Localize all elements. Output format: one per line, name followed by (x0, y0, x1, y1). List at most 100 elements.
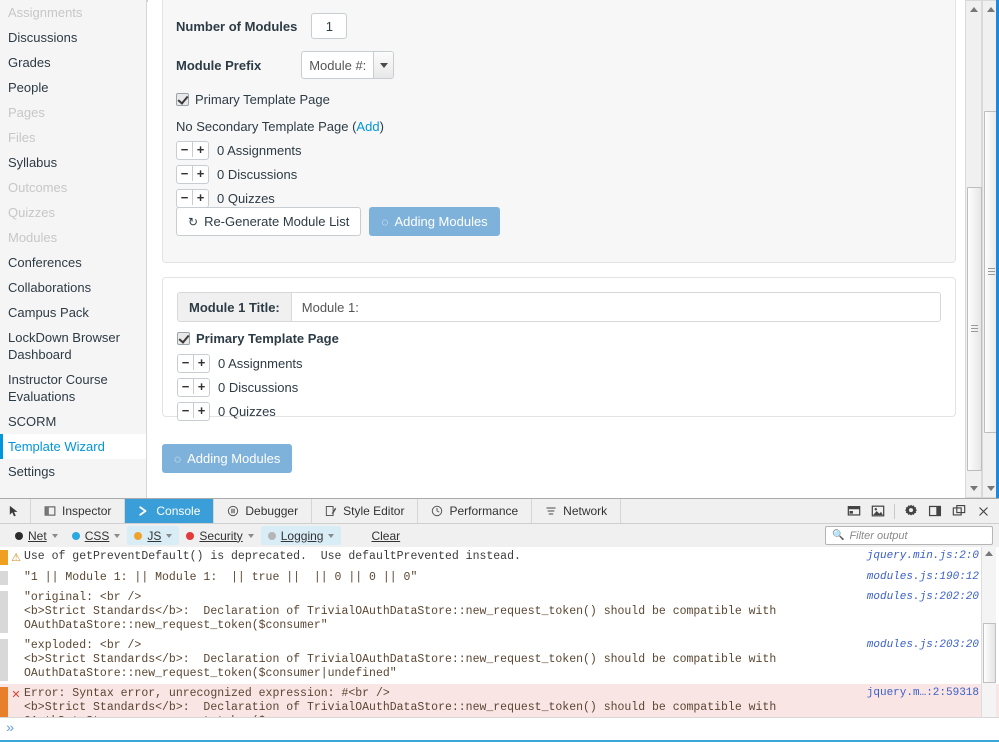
regenerate-module-list-button[interactable]: ↻ Re-Generate Module List (176, 207, 361, 236)
counter-row: −+0 Assignments (176, 140, 302, 160)
filter-output-field[interactable]: 🔍 Filter output (825, 526, 993, 545)
chevron-down-icon[interactable] (114, 534, 120, 538)
log-source-link[interactable]: modules.js:190:12 (867, 571, 999, 585)
scroll-up-arrow-icon[interactable] (984, 548, 994, 558)
increment-button[interactable]: + (194, 355, 209, 370)
log-level-gutter (0, 571, 8, 585)
filter-security[interactable]: Security (179, 526, 260, 545)
sidebar-item-syllabus[interactable]: Syllabus (0, 150, 146, 175)
filter-css[interactable]: CSS (65, 526, 128, 545)
search-icon: 🔍 (832, 530, 844, 541)
scroll-thumb[interactable] (967, 187, 982, 471)
chevron-down-icon[interactable] (52, 534, 58, 538)
console-log-scrollbar[interactable] (981, 547, 996, 725)
increment-button[interactable]: + (193, 190, 208, 205)
close-icon[interactable] (971, 500, 995, 523)
decrement-button[interactable]: − (177, 166, 193, 181)
sidebar-item-campus-pack[interactable]: Campus Pack (0, 300, 146, 325)
network-icon (545, 505, 557, 517)
sidebar-item-instructor-course-evaluations[interactable]: Instructor Course Evaluations (0, 367, 146, 409)
sidebar-item-quizzes[interactable]: Quizzes (0, 200, 146, 225)
sidebar-item-files[interactable]: Files (0, 125, 146, 150)
log-message: Use of getPreventDefault() is deprecated… (24, 550, 867, 565)
primary-template-page-checkbox[interactable] (176, 93, 189, 106)
module-1-title-input[interactable] (292, 293, 940, 321)
console-log-row[interactable]: ⚠Use of getPreventDefault() is deprecate… (0, 547, 999, 568)
settings-gear-icon[interactable] (899, 500, 923, 523)
chevron-down-icon[interactable] (328, 534, 334, 538)
chevron-down-icon[interactable] (373, 52, 393, 78)
console-log-row[interactable]: "1 || Module 1: || Module 1: || true || … (0, 568, 999, 588)
node-picker-icon[interactable] (0, 499, 31, 523)
increment-button[interactable]: + (193, 166, 208, 181)
number-of-modules-input[interactable] (311, 13, 347, 39)
adding-modules-button-top[interactable]: ◌ Adding Modules (369, 207, 499, 236)
inner-content-scrollbar[interactable] (965, 0, 982, 498)
filter-net[interactable]: Net (8, 526, 65, 545)
console-log-row[interactable]: "original: <br /> <b>Strict Standards</b… (0, 588, 999, 636)
filter-dot-icon (134, 532, 142, 540)
filter-js[interactable]: JS (127, 526, 179, 545)
sidebar-item-lockdown-browser-dashboard[interactable]: LockDown Browser Dashboard (0, 325, 146, 367)
chevron-down-icon[interactable] (166, 534, 172, 538)
decrement-button[interactable]: − (178, 355, 194, 370)
tab-console[interactable]: Console (125, 499, 214, 523)
decrement-button[interactable]: − (177, 190, 193, 205)
adding-modules-submit-button[interactable]: ◌ Adding Modules (162, 444, 292, 473)
dock-side-icon[interactable] (923, 500, 947, 523)
sidebar-item-settings[interactable]: Settings (0, 459, 146, 484)
increment-button[interactable]: + (194, 379, 209, 394)
console-input-row[interactable]: » (0, 717, 999, 740)
sidebar-item-collaborations[interactable]: Collaborations (0, 275, 146, 300)
tab-style-editor[interactable]: Style Editor (312, 499, 418, 523)
sidebar-item-conferences[interactable]: Conferences (0, 250, 146, 275)
sidebar-item-scorm[interactable]: SCORM (0, 409, 146, 434)
sidebar-item-template-wizard[interactable]: Template Wizard (0, 434, 146, 459)
scroll-thumb[interactable] (983, 623, 996, 683)
sidebar-item-outcomes[interactable]: Outcomes (0, 175, 146, 200)
sidebar-item-discussions[interactable]: Discussions (0, 25, 146, 50)
log-source-link[interactable]: jquery.min.js:2:0 (867, 550, 999, 565)
tab-debugger[interactable]: Debugger (214, 499, 312, 523)
browser-window: AssignmentsDiscussionsGradesPeoplePagesF… (0, 0, 999, 741)
console-log-list[interactable]: ⚠Use of getPreventDefault() is deprecate… (0, 547, 999, 725)
log-level-gutter (0, 591, 8, 633)
decrement-button[interactable]: − (177, 142, 193, 157)
tab-network[interactable]: Network (532, 499, 621, 523)
counter-label: 0 Assignments (218, 356, 303, 371)
log-message: "original: <br /> <b>Strict Standards</b… (24, 591, 867, 633)
chevron-down-icon[interactable] (248, 534, 254, 538)
style-editor-icon (325, 505, 337, 517)
log-level-gutter (0, 550, 8, 565)
sidebar-item-assignments[interactable]: Assignments (0, 0, 146, 25)
sidebar-item-modules[interactable]: Modules (0, 225, 146, 250)
tab-inspector[interactable]: Inspector (31, 499, 125, 523)
console-log-row[interactable]: "exploded: <br /> <b>Strict Standards</b… (0, 636, 999, 684)
filter-label: Net (28, 529, 47, 543)
module-prefix-select[interactable]: Module #: (301, 51, 394, 79)
tab-performance[interactable]: Performance (418, 499, 532, 523)
screenshot-icon[interactable] (866, 500, 890, 523)
decrement-button[interactable]: − (178, 403, 194, 418)
sidebar-item-grades[interactable]: Grades (0, 50, 146, 75)
separate-window-icon[interactable] (947, 500, 971, 523)
clear-console-button[interactable]: Clear (353, 526, 418, 545)
increment-button[interactable]: + (194, 403, 209, 418)
primary-template-page-label: Primary Template Page (195, 92, 330, 107)
sidebar-item-pages[interactable]: Pages (0, 100, 146, 125)
responsive-design-icon[interactable] (842, 500, 866, 523)
scroll-up-arrow-icon[interactable] (966, 2, 981, 17)
scroll-down-arrow-icon[interactable] (966, 481, 981, 496)
add-secondary-template-link[interactable]: Add (356, 119, 379, 134)
increment-button[interactable]: + (193, 142, 208, 157)
filter-logging[interactable]: Logging (261, 526, 342, 545)
module-pattern-panel: Number of Modules Module Prefix Module #… (162, 0, 956, 263)
counter-label: 0 Assignments (217, 143, 302, 158)
log-bullet-icon (8, 591, 24, 633)
log-source-link[interactable]: modules.js:202:20 (867, 591, 999, 633)
module-1-primary-template-checkbox[interactable] (177, 332, 190, 345)
decrement-button[interactable]: − (178, 379, 194, 394)
console-filter-bar: Net CSSJSSecurityLogging Clear 🔍 Filter o… (0, 524, 999, 548)
log-source-link[interactable]: modules.js:203:20 (867, 639, 999, 681)
sidebar-item-people[interactable]: People (0, 75, 146, 100)
